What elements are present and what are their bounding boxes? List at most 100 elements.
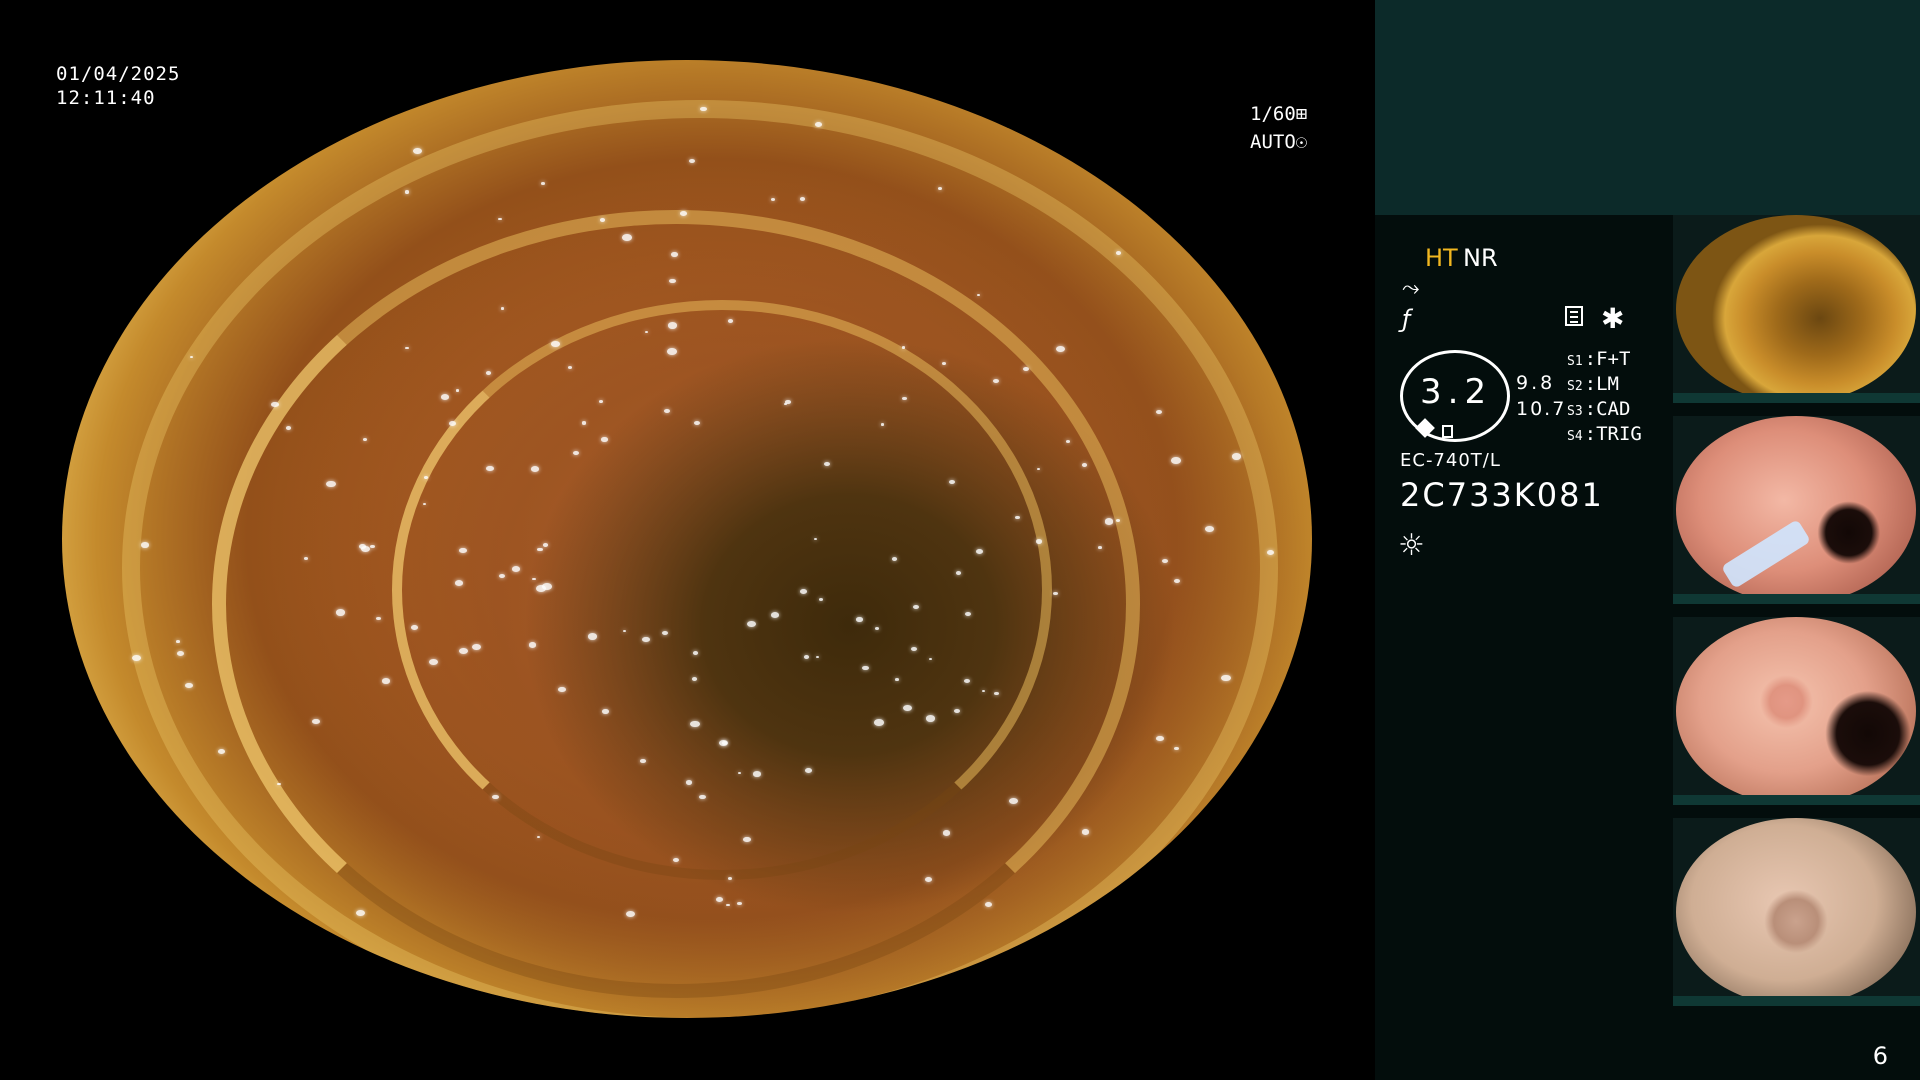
specular-highlight bbox=[815, 655, 819, 658]
switch-key: S1 bbox=[1567, 354, 1583, 369]
specular-highlight bbox=[856, 617, 863, 622]
shutter-speed-text: 1/60 bbox=[1250, 103, 1296, 125]
scope-model: EC-740T/L bbox=[1400, 450, 1501, 471]
specular-highlight bbox=[1231, 453, 1241, 460]
specular-highlight bbox=[1156, 736, 1164, 741]
panel-header bbox=[1375, 0, 1920, 215]
switch-s3: S3:CAD bbox=[1567, 398, 1631, 420]
specular-highlight bbox=[176, 640, 181, 643]
specular-highlight bbox=[661, 630, 668, 635]
specular-highlight bbox=[1015, 515, 1020, 520]
switch-value: CAD bbox=[1596, 398, 1631, 420]
date-time-readout: 01/04/2025 12:11:40 bbox=[56, 62, 180, 110]
specular-highlight bbox=[672, 857, 679, 863]
thumbnail-image bbox=[1676, 416, 1916, 604]
ratio-top-value: 9.8 bbox=[1516, 372, 1556, 394]
freeze-icon: ƒ bbox=[1402, 305, 1411, 333]
specular-highlight bbox=[541, 182, 545, 185]
mode-ht-label: HT bbox=[1425, 244, 1458, 272]
specular-highlight bbox=[1081, 463, 1087, 468]
specular-highlight bbox=[459, 647, 469, 654]
time-text: 12:11:40 bbox=[56, 87, 156, 109]
exposure-mode: AUTO☉ bbox=[1250, 131, 1308, 153]
thumbnail-3[interactable] bbox=[1673, 617, 1920, 805]
specular-highlight bbox=[598, 399, 604, 403]
specular-highlight bbox=[800, 588, 807, 594]
specular-highlight bbox=[601, 437, 608, 442]
specular-highlight bbox=[862, 665, 869, 671]
specular-highlight bbox=[1009, 797, 1019, 804]
switch-s1: S1:F+T bbox=[1567, 348, 1631, 370]
specular-highlight bbox=[622, 233, 633, 241]
specular-highlight bbox=[551, 340, 560, 347]
specular-highlight bbox=[410, 624, 418, 630]
switch-value: TRIG bbox=[1596, 423, 1642, 445]
thumbnail-1[interactable] bbox=[1673, 215, 1920, 403]
specular-highlight bbox=[622, 629, 626, 633]
specular-highlight bbox=[358, 543, 366, 549]
specular-highlight bbox=[814, 121, 822, 127]
specular-highlight bbox=[413, 147, 423, 154]
light-icon: ☼ bbox=[1398, 528, 1425, 563]
switch-key: S4 bbox=[1567, 429, 1583, 444]
specular-highlight bbox=[600, 218, 606, 222]
specular-highlight bbox=[581, 421, 587, 425]
ratio-bottom-value: 10.7 bbox=[1516, 398, 1567, 420]
thumbnail-bar bbox=[1673, 393, 1920, 403]
endoscope-main-view bbox=[62, 60, 1312, 1018]
specular-highlight bbox=[355, 909, 365, 916]
specular-highlight bbox=[693, 421, 700, 426]
specular-highlight bbox=[912, 604, 919, 610]
bracket-icon bbox=[1442, 425, 1453, 438]
specular-highlight bbox=[404, 190, 410, 194]
thumbnail-bar bbox=[1673, 594, 1920, 604]
specular-highlight bbox=[671, 252, 678, 258]
specular-highlight bbox=[1161, 558, 1168, 563]
specular-highlight bbox=[491, 794, 499, 800]
mucosal-fold-inner bbox=[392, 300, 1052, 880]
specular-highlight bbox=[1205, 525, 1214, 532]
specular-highlight bbox=[937, 186, 942, 190]
specular-highlight bbox=[1115, 518, 1120, 522]
memo-icon bbox=[1565, 306, 1583, 326]
specular-highlight bbox=[891, 557, 897, 561]
specular-highlight bbox=[1098, 546, 1102, 550]
specular-highlight bbox=[689, 720, 700, 728]
specular-highlight bbox=[753, 771, 762, 777]
specular-highlight bbox=[770, 197, 776, 201]
specular-highlight bbox=[312, 718, 320, 725]
specular-highlight bbox=[1266, 549, 1275, 555]
specular-highlight bbox=[743, 836, 751, 842]
thumbnail-bar bbox=[1673, 996, 1920, 1006]
specular-highlight bbox=[511, 565, 521, 572]
specular-highlight bbox=[1220, 674, 1231, 682]
thumbnail-4[interactable] bbox=[1673, 818, 1920, 1006]
thumbnail-bar bbox=[1673, 795, 1920, 805]
specular-highlight bbox=[881, 423, 885, 426]
thumbnail-image bbox=[1676, 818, 1916, 1006]
specular-highlight bbox=[700, 106, 707, 111]
specular-highlight bbox=[440, 393, 449, 400]
switch-value: F+T bbox=[1596, 348, 1631, 370]
specular-highlight bbox=[335, 609, 345, 616]
specular-highlight bbox=[542, 543, 548, 547]
specular-highlight bbox=[663, 408, 671, 414]
shutter-speed: 1/60⊞ bbox=[1250, 103, 1308, 125]
specular-highlight bbox=[993, 691, 999, 696]
thumbnail-2[interactable] bbox=[1673, 416, 1920, 604]
specular-highlight bbox=[1104, 518, 1114, 525]
specular-highlight bbox=[459, 547, 467, 553]
specular-highlight bbox=[277, 782, 281, 786]
specular-highlight bbox=[924, 876, 932, 882]
specular-highlight bbox=[454, 579, 464, 586]
specular-highlight bbox=[472, 644, 481, 651]
switch-s4: S4:TRIG bbox=[1567, 423, 1642, 445]
specular-highlight bbox=[270, 401, 279, 408]
specular-highlight bbox=[1053, 591, 1059, 595]
specular-highlight bbox=[715, 896, 724, 902]
specular-highlight bbox=[800, 197, 805, 201]
specular-highlight bbox=[530, 466, 539, 472]
specular-highlight bbox=[803, 654, 810, 659]
specular-highlight bbox=[376, 616, 381, 620]
specular-highlight bbox=[381, 678, 390, 685]
